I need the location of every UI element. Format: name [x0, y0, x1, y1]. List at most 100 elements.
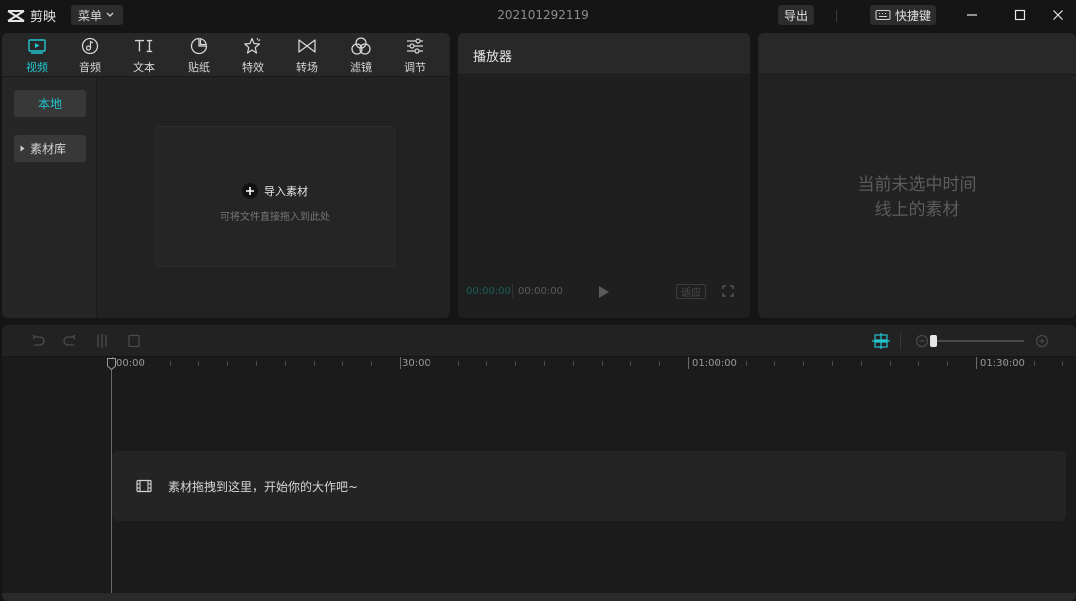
ruler-tick	[573, 361, 574, 366]
fullscreen-icon	[722, 285, 734, 297]
tab-filter-label: 滤镜	[350, 61, 372, 74]
ratio-button[interactable]: 适应	[676, 284, 706, 299]
undo-button[interactable]	[30, 333, 46, 349]
tab-audio[interactable]: 音频	[65, 36, 115, 76]
maximize-button[interactable]	[1010, 6, 1030, 24]
export-button[interactable]: 导出	[778, 5, 814, 25]
sidebar-item-library[interactable]: 素材库	[14, 135, 86, 162]
time-divider	[512, 284, 513, 298]
tab-audio-label: 音频	[79, 61, 101, 74]
ruler-tick	[256, 361, 257, 366]
ruler-tick	[227, 361, 228, 366]
tab-adjust-label: 调节	[404, 61, 426, 74]
ruler-tick	[803, 361, 804, 366]
adjust-icon	[405, 36, 425, 56]
ruler-label: 01:00:00	[692, 358, 737, 369]
properties-empty-line1: 当前未选中时间	[857, 175, 977, 195]
playhead-handle[interactable]	[107, 358, 116, 370]
player-header: 播放器	[458, 33, 750, 75]
player-title: 播放器	[473, 50, 513, 65]
ruler-tick	[515, 361, 516, 366]
tab-video-label: 视频	[26, 61, 48, 74]
title-bar: 剪映 菜单 202101292119 导出 快捷键	[0, 0, 1076, 31]
ruler-tick	[659, 361, 660, 366]
ruler-tick	[170, 361, 171, 366]
ruler-tick	[400, 357, 401, 369]
redo-button[interactable]	[62, 333, 78, 349]
titlebar-divider	[836, 10, 837, 22]
redo-icon	[63, 334, 76, 346]
ruler-label: 30:00	[402, 358, 431, 369]
snap-toggle[interactable]	[871, 333, 891, 349]
ruler-tick	[918, 361, 919, 366]
ruler-tick	[861, 361, 862, 366]
video-icon	[27, 36, 47, 56]
ruler-tick	[717, 361, 718, 366]
current-time: 00:00:00	[466, 286, 511, 297]
media-sidebar: 本地 素材库	[2, 78, 97, 318]
ruler-tick	[314, 361, 315, 366]
properties-empty-line2: 线上的素材	[874, 200, 960, 220]
split-icon	[97, 334, 107, 348]
player-panel: 播放器 00:00:00 00:00:00 适应	[458, 33, 750, 318]
zoom-out-icon	[915, 334, 929, 348]
close-button[interactable]	[1048, 6, 1068, 24]
timeline-drop-area[interactable]: 素材拖拽到这里，开始你的大作吧~	[112, 451, 1066, 521]
tab-transition-label: 转场	[296, 61, 318, 74]
ruler-tick	[486, 361, 487, 366]
playhead-icon	[107, 358, 116, 370]
import-hint: 可将文件直接拖入到此处	[220, 212, 330, 223]
audio-icon	[80, 36, 100, 56]
fullscreen-button[interactable]	[722, 285, 734, 297]
sidebar-item-local[interactable]: 本地	[14, 90, 86, 117]
properties-empty-message: 当前未选中时间 线上的素材	[758, 173, 1076, 223]
import-button[interactable]: 导入素材	[156, 183, 394, 199]
timeline-drop-hint: 素材拖拽到这里，开始你的大作吧~	[168, 480, 359, 494]
caret-right-icon	[20, 145, 25, 152]
properties-header	[758, 33, 1076, 75]
ruler-tick	[1062, 361, 1063, 366]
tab-video[interactable]: 视频	[12, 36, 62, 76]
tab-filter[interactable]: 滤镜	[336, 36, 386, 76]
tab-text-label: 文本	[133, 61, 155, 74]
zoom-in-icon	[1035, 334, 1049, 348]
undo-icon	[32, 334, 45, 346]
delete-button[interactable]	[126, 333, 142, 349]
timeline-scrollbar[interactable]	[2, 593, 1076, 601]
split-button[interactable]	[94, 333, 110, 349]
zoom-out-button[interactable]	[915, 334, 929, 348]
zoom-in-button[interactable]	[1035, 334, 1049, 348]
tab-adjust[interactable]: 调节	[390, 36, 440, 76]
ruler-tick	[890, 361, 891, 366]
media-panel: 视频 音频 文本 贴纸 特效 转场 滤镜 调节 本地 素材库 导入素材 可将文件…	[2, 33, 450, 318]
minimize-button[interactable]	[962, 6, 982, 24]
zoom-slider-track[interactable]	[934, 340, 1024, 342]
timeline-toolbar	[2, 325, 1076, 357]
ruler-tick	[1034, 361, 1035, 366]
shortcuts-label: 快捷键	[895, 8, 932, 23]
filter-icon	[351, 36, 371, 56]
shortcuts-button[interactable]: 快捷键	[870, 5, 936, 25]
minimize-icon	[967, 14, 977, 16]
tab-sticker-label: 贴纸	[188, 61, 210, 74]
play-button[interactable]	[598, 285, 610, 299]
transition-icon	[297, 36, 317, 56]
ruler-tick	[458, 361, 459, 366]
ruler-tick	[544, 361, 545, 366]
ruler-tick	[429, 361, 430, 366]
tab-sticker[interactable]: 贴纸	[174, 36, 224, 76]
zoom-slider-handle[interactable]	[930, 335, 937, 347]
ruler-tick	[832, 361, 833, 366]
tab-transition[interactable]: 转场	[282, 36, 332, 76]
plus-icon	[242, 183, 258, 199]
tab-text[interactable]: 文本	[119, 36, 169, 76]
ruler-tick	[371, 361, 372, 366]
ruler-tick	[141, 361, 142, 366]
timeline-ruler[interactable]: 00:00 30:00 01:00:00 01:30:00	[2, 357, 1076, 377]
keyboard-icon	[875, 10, 891, 20]
player-screen: 00:00:00 00:00:00 适应	[458, 76, 750, 318]
tab-effects[interactable]: 特效	[228, 36, 278, 76]
play-icon	[599, 286, 609, 298]
import-dropzone[interactable]: 导入素材 可将文件直接拖入到此处	[155, 126, 395, 267]
toolbar-divider	[900, 333, 901, 349]
